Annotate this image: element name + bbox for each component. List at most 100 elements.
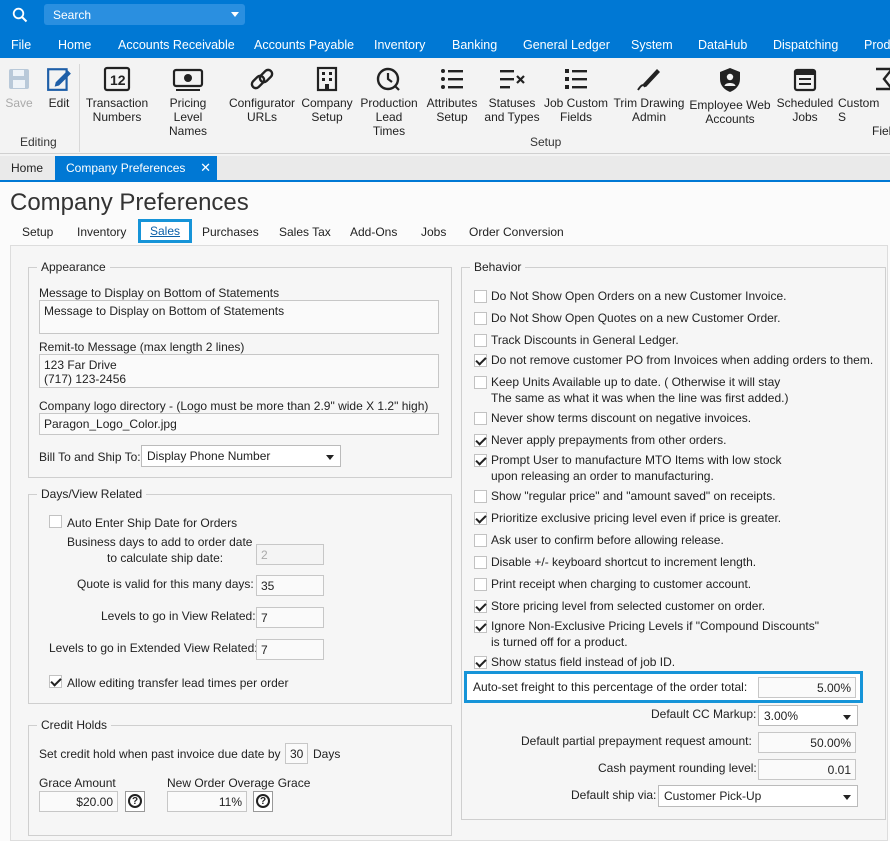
ribbon-label-line1: Statuses xyxy=(488,96,536,110)
behavior-checkbox[interactable] xyxy=(474,490,487,503)
ship-via-label: Default ship via: xyxy=(571,788,657,802)
levels-view-label: Levels to go in View Related: xyxy=(101,609,256,623)
search-input[interactable]: Search xyxy=(44,4,245,25)
business-days-field[interactable]: 2 xyxy=(256,544,324,565)
company-setup-button[interactable]: Company Setup xyxy=(299,58,355,138)
ribbon-label-line2: Admin xyxy=(631,110,666,124)
logo-directory-label: Company logo directory - (Logo must be m… xyxy=(39,399,429,413)
attributes-setup-button[interactable]: Attributes Setup xyxy=(423,58,481,138)
behavior-option-label: Prompt User to manufacture MTO Items wit… xyxy=(491,453,782,467)
behavior-checkbox[interactable] xyxy=(474,656,487,669)
bill-ship-select[interactable]: Display Phone Number xyxy=(141,445,341,467)
job-custom-fields-button[interactable]: Job Custom Fields xyxy=(542,58,610,138)
custom-fields-button[interactable]: Custom SField xyxy=(838,58,890,138)
behavior-option-label: Never show terms discount on negative in… xyxy=(491,411,752,425)
grace-amount-field[interactable]: $20.00 xyxy=(39,791,118,812)
scheduled-jobs-button[interactable]: Scheduled Jobs xyxy=(774,58,836,138)
ribbon-label-line2: and Types xyxy=(484,110,540,124)
message-field[interactable]: Message to Display on Bottom of Statemen… xyxy=(39,300,439,334)
menu-accounts-receivable[interactable]: Accounts Receivable xyxy=(118,38,235,52)
behavior-checkbox[interactable] xyxy=(474,354,487,367)
menu-banking[interactable]: Banking xyxy=(452,38,497,52)
behavior-checkbox[interactable] xyxy=(474,334,487,347)
search-icon[interactable] xyxy=(12,7,28,23)
tab-home[interactable]: Home xyxy=(0,156,54,180)
menu-file[interactable]: File xyxy=(11,38,31,52)
tab-company-preferences[interactable]: Company Preferences ✕ xyxy=(55,156,217,180)
behavior-checkbox[interactable] xyxy=(474,454,487,467)
levels-view-field[interactable]: 7 xyxy=(256,607,324,628)
behavior-option-label: Ask user to confirm before allowing rele… xyxy=(491,533,724,547)
quote-valid-field[interactable]: 35 xyxy=(256,575,324,596)
tab-add-ons[interactable]: Add-Ons xyxy=(350,225,397,239)
remit-field[interactable]: 123 Far Drive (717) 123-2456 xyxy=(39,354,439,388)
credit-hold-days-field[interactable]: 30 xyxy=(285,743,308,764)
behavior-option-label: Do Not Show Open Quotes on a new Custome… xyxy=(491,311,781,325)
levels-extended-field[interactable]: 7 xyxy=(256,639,324,660)
days-label: Days xyxy=(313,747,341,761)
menu-production[interactable]: Prod xyxy=(864,38,890,52)
allow-transfer-checkbox[interactable] xyxy=(49,675,62,688)
tab-jobs[interactable]: Jobs xyxy=(421,225,446,239)
behavior-option-label: Print receipt when charging to customer … xyxy=(491,577,752,591)
behavior-checkbox[interactable] xyxy=(474,578,487,591)
behavior-checkbox[interactable] xyxy=(474,290,487,303)
behavior-option-label: Never apply prepayments from other order… xyxy=(491,433,727,447)
help-icon[interactable]: ? xyxy=(253,791,273,812)
freight-percentage-field[interactable]: 5.00% xyxy=(758,677,856,698)
ribbon-label-line1: Configurator xyxy=(228,96,296,110)
edit-button[interactable]: Edit xyxy=(42,58,76,138)
behavior-option-label: Keep Units Available up to date. ( Other… xyxy=(491,375,781,389)
ship-via-select[interactable]: Customer Pick-Up xyxy=(658,785,858,807)
behavior-checkbox[interactable] xyxy=(474,512,487,525)
tab-sales-tax[interactable]: Sales Tax xyxy=(279,225,331,239)
pricing-level-names-button[interactable]: Pricing Level Names xyxy=(153,58,223,138)
menu-dispatching[interactable]: Dispatching xyxy=(773,38,838,52)
tab-purchases[interactable]: Purchases xyxy=(202,225,259,239)
ribbon-label-line2: Setup xyxy=(436,110,468,124)
credit-hold-label: Set credit hold when past invoice due da… xyxy=(39,747,281,761)
ribbon-label-line2: Field xyxy=(872,124,890,138)
link-icon xyxy=(250,68,274,90)
partial-prepayment-field[interactable]: 50.00% xyxy=(758,732,856,753)
tab-inventory[interactable]: Inventory xyxy=(77,225,126,239)
chevron-down-icon xyxy=(326,455,334,460)
help-icon[interactable]: ? xyxy=(125,791,145,812)
appearance-legend: Appearance xyxy=(41,260,106,274)
behavior-checkbox[interactable] xyxy=(474,434,487,447)
configurator-urls-button[interactable]: Configurator URLs xyxy=(226,58,298,138)
behavior-checkbox[interactable] xyxy=(474,556,487,569)
ribbon: Save Edit Editing 12 Transaction Numbers … xyxy=(0,58,890,154)
auto-ship-label: Auto Enter Ship Date for Orders xyxy=(67,516,238,530)
behavior-checkbox[interactable] xyxy=(474,412,487,425)
statuses-and-types-button[interactable]: Statuses and Types xyxy=(483,58,541,138)
cc-markup-select[interactable]: 3.00% xyxy=(758,705,858,726)
behavior-checkbox[interactable] xyxy=(474,534,487,547)
logo-directory-field[interactable]: Paragon_Logo_Color.jpg xyxy=(39,413,439,435)
menu-general-ledger[interactable]: General Ledger xyxy=(523,38,610,52)
chevron-down-icon[interactable] xyxy=(231,12,239,17)
behavior-checkbox[interactable] xyxy=(474,620,487,633)
menu-inventory[interactable]: Inventory xyxy=(374,38,425,52)
menu-datahub[interactable]: DataHub xyxy=(698,38,747,52)
rounding-level-field[interactable]: 0.01 xyxy=(758,759,856,780)
menu-system[interactable]: System xyxy=(631,38,673,52)
save-button[interactable]: Save xyxy=(4,58,34,138)
trim-drawing-admin-button[interactable]: Trim Drawing Admin xyxy=(612,58,686,138)
menu-home[interactable]: Home xyxy=(58,38,91,52)
behavior-checkbox[interactable] xyxy=(474,600,487,613)
employee-web-accounts-button[interactable]: Employee Web Accounts xyxy=(688,58,772,138)
ribbon-label-line1: Trim Drawing xyxy=(613,96,685,110)
behavior-checkbox[interactable] xyxy=(474,376,487,389)
overage-grace-field[interactable]: 11% xyxy=(167,791,247,812)
behavior-checkbox[interactable] xyxy=(474,312,487,325)
production-lead-times-button[interactable]: Production Lead Times xyxy=(358,58,420,138)
transaction-numbers-button[interactable]: 12 Transaction Numbers xyxy=(84,58,150,138)
tab-sales[interactable]: Sales xyxy=(138,219,193,243)
tab-setup[interactable]: Setup xyxy=(22,225,53,239)
close-icon[interactable]: ✕ xyxy=(200,160,211,176)
tab-order-conversion[interactable]: Order Conversion xyxy=(469,225,564,239)
auto-ship-checkbox[interactable] xyxy=(49,515,62,528)
menu-accounts-payable[interactable]: Accounts Payable xyxy=(254,38,354,52)
days-view-legend: Days/View Related xyxy=(41,487,143,501)
